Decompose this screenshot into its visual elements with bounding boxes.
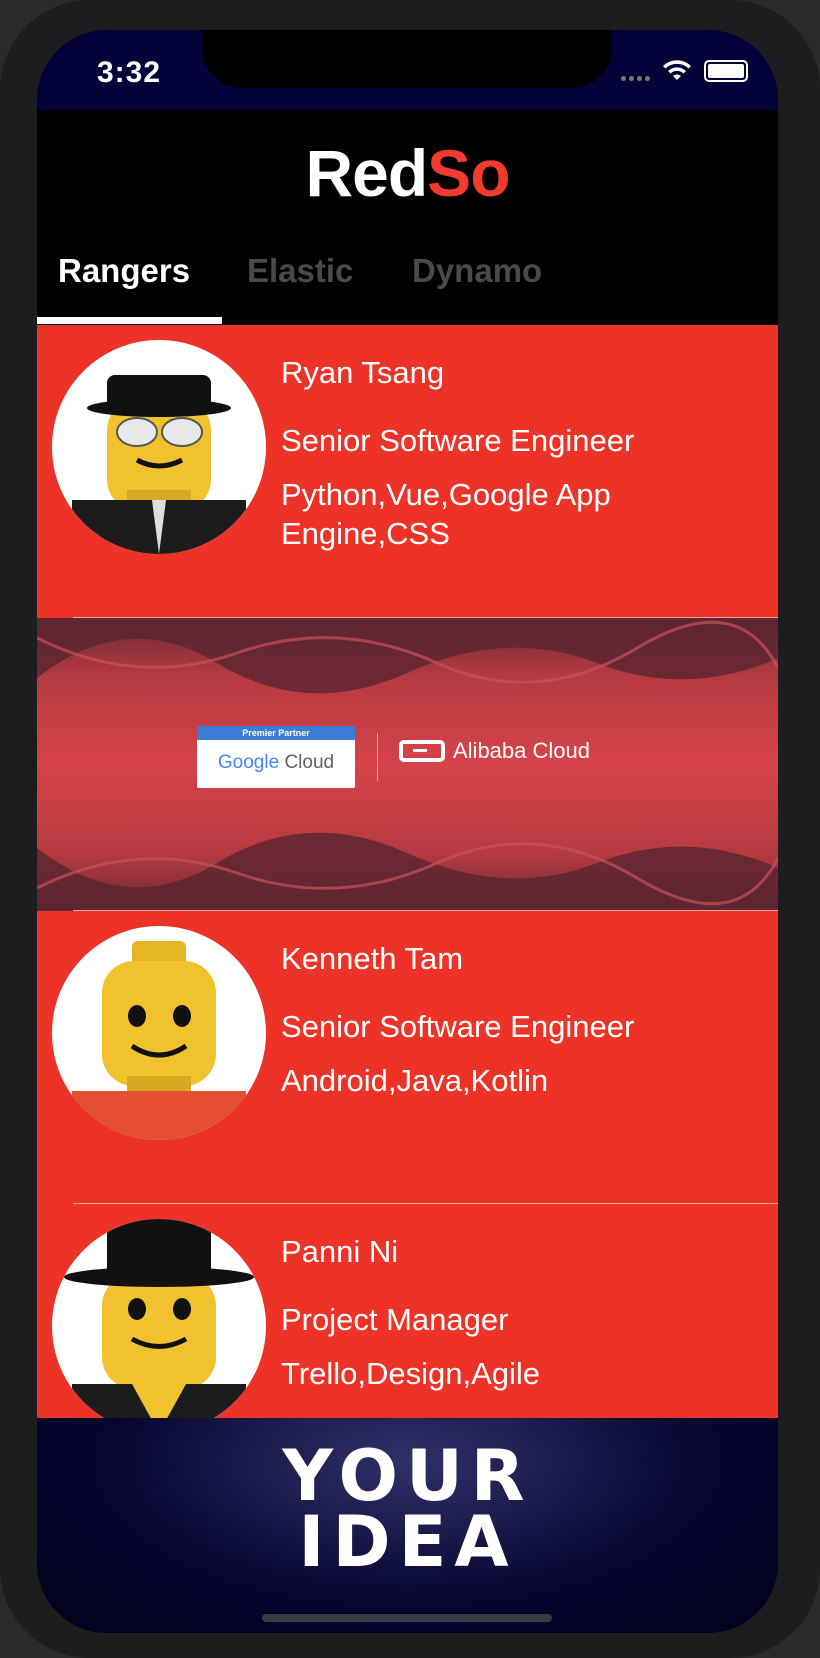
person-role: Senior Software Engineer bbox=[281, 1009, 635, 1044]
banner-line-2: IDEA bbox=[298, 1501, 517, 1583]
person-name: Kenneth Tam bbox=[281, 941, 464, 976]
person-skills: Trello,Design,Agile bbox=[281, 1356, 541, 1391]
tab-bar: Rangers Elastic Dynamo bbox=[37, 230, 778, 325]
active-tab-indicator bbox=[37, 317, 222, 324]
google-cloud-badge: Premier Partner Google Cloud bbox=[197, 726, 355, 788]
tab-elastic[interactable]: Elastic bbox=[247, 252, 353, 290]
screen: 3:32 RedSo Rangers Elastic Dynamo Ryan T… bbox=[37, 30, 778, 1633]
alibaba-cloud-icon bbox=[399, 740, 445, 762]
person-role: Senior Software Engineer bbox=[281, 423, 635, 458]
avatar bbox=[52, 1219, 266, 1433]
partner-banner[interactable]: Premier Partner Google Cloud Alibaba Clo… bbox=[37, 618, 778, 911]
avatar bbox=[52, 926, 266, 1140]
banner-line-1: YOUR bbox=[282, 1435, 533, 1517]
person-info: Panni Ni Project Manager Trello,Design,A… bbox=[281, 1234, 681, 1393]
wave-decoration bbox=[37, 618, 778, 911]
google-logo-text: Google bbox=[217, 752, 280, 773]
alibaba-cloud-logo: Alibaba Cloud bbox=[399, 738, 590, 764]
status-icons bbox=[621, 60, 748, 82]
people-list[interactable]: Ryan Tsang Senior Software Engineer Pyth… bbox=[37, 325, 778, 1497]
person-info: Ryan Tsang Senior Software Engineer Pyth… bbox=[281, 355, 681, 553]
person-role: Project Manager bbox=[281, 1302, 509, 1337]
person-name: Ryan Tsang bbox=[281, 355, 445, 390]
app-logo: RedSo bbox=[305, 136, 510, 210]
list-item[interactable]: Ryan Tsang Senior Software Engineer Pyth… bbox=[37, 325, 778, 618]
banner-separator bbox=[377, 733, 378, 781]
phone-frame: 3:32 RedSo Rangers Elastic Dynamo Ryan T… bbox=[0, 0, 820, 1658]
tab-dynamo[interactable]: Dynamo bbox=[412, 252, 542, 290]
status-time: 3:32 bbox=[97, 56, 162, 89]
your-idea-banner[interactable]: YOUR IDEA bbox=[37, 1418, 778, 1633]
home-indicator[interactable] bbox=[262, 1614, 552, 1622]
avatar bbox=[52, 340, 266, 554]
wifi-icon bbox=[663, 60, 691, 80]
person-skills: Python,Vue,Google App Engine,CSS bbox=[281, 477, 611, 551]
person-name: Panni Ni bbox=[281, 1234, 399, 1269]
app-header: RedSo bbox=[37, 110, 778, 230]
cellular-signal-icon bbox=[621, 61, 650, 81]
battery-icon bbox=[704, 60, 748, 82]
person-skills: Android,Java,Kotlin bbox=[281, 1063, 549, 1098]
person-info: Kenneth Tam Senior Software Engineer And… bbox=[281, 941, 681, 1100]
status-bar: 3:32 bbox=[37, 30, 778, 110]
notch bbox=[202, 30, 612, 88]
tab-rangers[interactable]: Rangers bbox=[58, 252, 190, 290]
list-item[interactable]: Kenneth Tam Senior Software Engineer And… bbox=[37, 911, 778, 1204]
